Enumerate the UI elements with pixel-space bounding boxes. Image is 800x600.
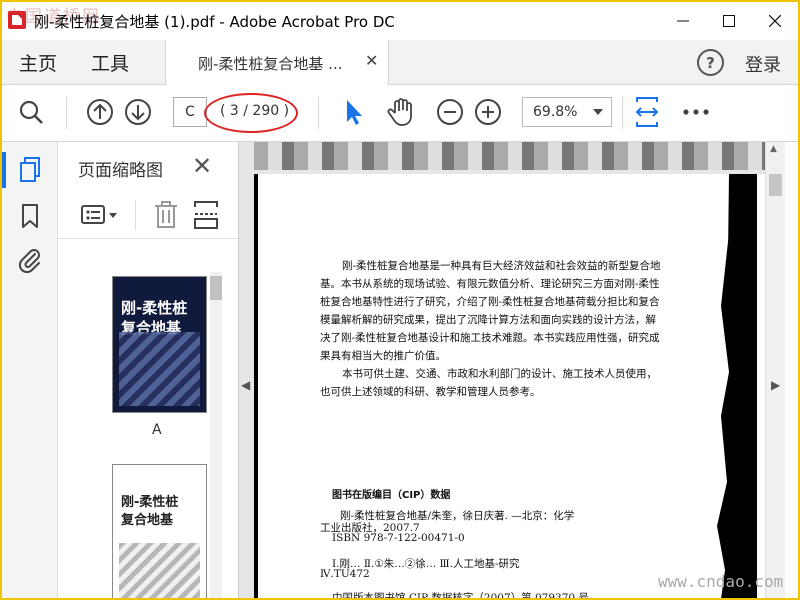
trash-icon: [155, 201, 177, 228]
maximize-icon: [723, 15, 735, 27]
page-text-line: 果具有相当大的推广价值。: [320, 350, 446, 362]
document-view[interactable]: 刚-柔性桩复合地基是一种具有巨大经济效益和社会效益的新型复合地 基。本书从系统的…: [239, 142, 784, 600]
cover-title-line1: 刚-柔性桩: [121, 299, 188, 317]
close-panel-icon[interactable]: ✕: [192, 152, 212, 180]
close-tab-icon[interactable]: ✕: [365, 51, 378, 70]
maximize-button[interactable]: [706, 2, 752, 40]
cover-title-line1: 刚-柔性桩: [121, 495, 179, 510]
rail-active-indicator: [2, 152, 6, 188]
tab-home[interactable]: 主页: [19, 49, 57, 76]
arrow-down-circle-icon[interactable]: [123, 97, 153, 127]
page-layout-icon: [194, 201, 218, 229]
fit-width-icon[interactable]: [632, 97, 662, 127]
page-text-line: 桩复合地基特性进行了研究，介绍了刚-柔性桩复合地基荷载分担比和复合: [320, 296, 660, 308]
page-text-line: 刚-柔性桩复合地基是一种具有巨大经济效益和社会效益的新型复合地: [342, 260, 661, 272]
app-window: 中国道桥网 刚-柔性桩复合地基 (1).pdf - Adobe Acrobat …: [0, 0, 800, 600]
cover-artwork: [119, 331, 200, 406]
bookmark-icon[interactable]: [16, 202, 44, 230]
zoom-select[interactable]: 69.8%: [522, 97, 612, 127]
classification-line: Ⅳ.TU472: [320, 568, 370, 580]
page-text-line: 基。本书从系统的现场试验、有限元数值分析、理论研究三方面对刚-柔性: [320, 278, 660, 290]
toolbar-divider: [66, 97, 67, 129]
thumbnails-toolbar-divider: [135, 200, 136, 230]
arrow-up-circle-icon[interactable]: [85, 97, 115, 127]
close-window-button[interactable]: [752, 2, 798, 40]
toolbar-divider: [318, 97, 319, 129]
toolbar: C ( 3 / 290 ) 69.8%: [2, 85, 798, 142]
zoom-out-icon[interactable]: [435, 97, 465, 127]
close-icon: [769, 15, 781, 27]
search-icon[interactable]: [16, 97, 46, 127]
tab-tools[interactable]: 工具: [91, 49, 129, 76]
list-options-icon: [81, 205, 117, 224]
title-bar: 中国道桥网 刚-柔性桩复合地基 (1).pdf - Adobe Acrobat …: [2, 2, 798, 40]
thumbnails-title: 页面缩略图: [78, 161, 163, 181]
acrobat-app-icon: [8, 11, 26, 29]
page-text-line: 决了刚-柔性桩复合地基设计和施工技术难题。本书实践应用性强，研究成: [320, 332, 660, 344]
cip-line: ISBN 978-7-122-00471-0: [332, 532, 465, 544]
more-icon[interactable]: [681, 97, 711, 127]
page-thumbnail[interactable]: 刚-柔性桩 复合地基: [112, 464, 207, 598]
thumbnails-panel: 页面缩略图 ✕ 刚-柔性桩 复合地基 A 刚-柔性桩 复合地基: [58, 142, 239, 598]
page-number-input[interactable]: C: [173, 97, 207, 127]
highlight-oval: [204, 93, 298, 133]
window-title: 刚-柔性桩复合地基 (1).pdf - Adobe Acrobat Pro DC: [34, 13, 395, 31]
minimize-button[interactable]: [660, 2, 706, 40]
document-tab-label: 刚-柔性桩复合地基 ...: [198, 55, 343, 73]
page-text-line: 模量解析解的研究成果，提出了沉降计算方法和面向实践的设计方法，解: [320, 314, 656, 326]
previous-page-edge: [254, 142, 779, 170]
pdf-page: 刚-柔性桩复合地基是一种具有巨大经济效益和社会效益的新型复合地 基。本书从系统的…: [254, 174, 783, 600]
previous-page-arrow-icon[interactable]: ◀: [241, 378, 250, 392]
cover-artwork: [119, 543, 200, 598]
tab-bar: 主页 工具 刚-柔性桩复合地基 ... ✕ ? 登录: [2, 40, 798, 85]
page-layout-button[interactable]: [192, 200, 220, 230]
cursor-arrow-icon[interactable]: [337, 97, 367, 127]
page-thumbnail[interactable]: 刚-柔性桩 复合地基: [112, 276, 207, 413]
cip-number-line: 中国版本图书馆 CIP 数据核字（2007）第 079370 号: [332, 592, 589, 600]
tab-document[interactable]: 刚-柔性桩复合地基 ... ✕: [165, 40, 389, 85]
watermark-bottom: www.cndao.com: [658, 572, 784, 591]
thumbnail-page-label: A: [152, 422, 162, 438]
toolbar-divider: [622, 97, 623, 129]
paperclip-icon[interactable]: [16, 246, 44, 274]
scroll-up-arrow-icon[interactable]: ▲: [770, 144, 777, 154]
help-icon[interactable]: ?: [697, 49, 724, 76]
zoom-value: 69.8%: [533, 104, 578, 120]
zoom-in-icon[interactable]: [473, 97, 503, 127]
document-scrollbar[interactable]: ▲ ▶: [765, 142, 785, 598]
thumbnails-scroll-thumb[interactable]: [210, 276, 222, 300]
thumbnails-icon[interactable]: [16, 156, 44, 184]
next-page-arrow-icon[interactable]: ▶: [771, 378, 780, 392]
cover-title-line2: 复合地基: [121, 513, 174, 528]
document-scroll-thumb[interactable]: [769, 174, 782, 196]
thumbnails-toolbar: [58, 190, 238, 239]
thumbnails-scrollbar[interactable]: [210, 272, 222, 598]
cip-heading: 图书在版编目（CIP）数据: [332, 490, 451, 501]
delete-page-button[interactable]: [152, 200, 180, 230]
chevron-down-icon: [593, 109, 603, 115]
minimize-icon: [677, 20, 689, 22]
left-rail: [2, 142, 58, 598]
page-text-line: 也可供上述领域的科研、教学和管理人员参考。: [320, 386, 541, 398]
page-text-line: 本书可供土建、交通、市政和水利部门的设计、施工技术人员使用，: [342, 368, 657, 380]
login-button[interactable]: 登录: [745, 51, 781, 77]
hand-icon[interactable]: [386, 97, 416, 127]
thumbnail-options-button[interactable]: [80, 202, 120, 228]
